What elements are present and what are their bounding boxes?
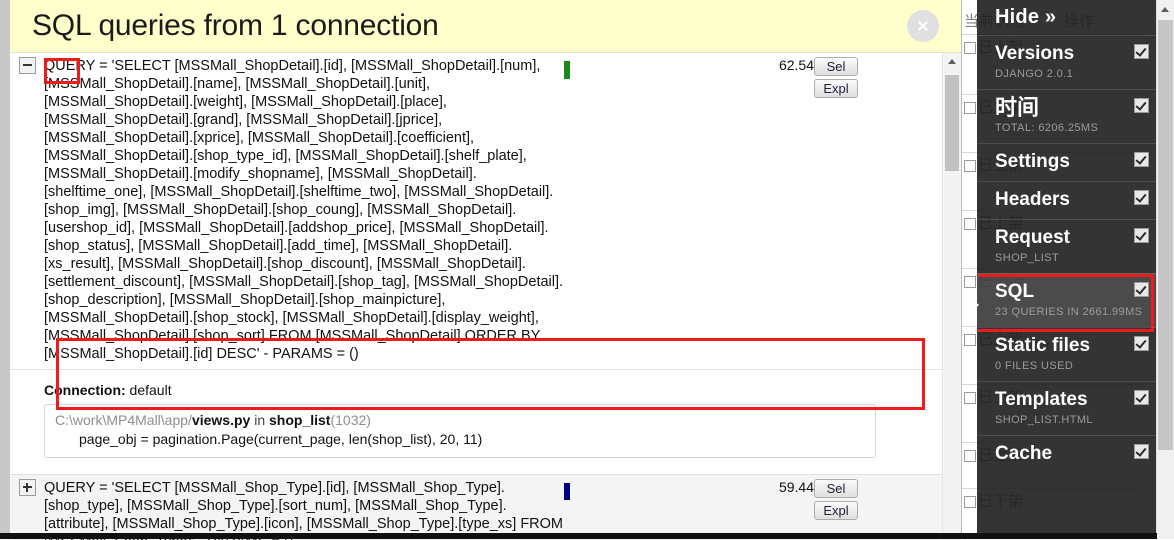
underlying-row-checkbox [964, 334, 976, 346]
toolbar-panel-title: Cache [995, 441, 1157, 466]
toolbar-panel-title: Versions [995, 41, 1157, 66]
stack-line-number: (1032) [330, 412, 370, 428]
toolbar-panel-subtitle: Django 2.0.1 [995, 66, 1157, 82]
underlying-row-checkbox [964, 496, 976, 508]
query-timeline-cell [564, 475, 704, 540]
underlying-row-checkbox [964, 102, 976, 114]
toolbar-panel-title: SQL [995, 279, 1157, 304]
toolbar-panel-title: Request [995, 225, 1157, 250]
stack-path-prefix: C:\work\MP4Mall\app/ [55, 412, 192, 428]
sql-scroll-region: QUERY = 'SELECT [MSSMall_ShopDetail].[id… [10, 53, 944, 540]
toolbar-panel-title: Settings [995, 149, 1157, 174]
window-scrollbar-thumb[interactable] [1158, 20, 1173, 450]
stack-trace-location: C:\work\MP4Mall\app/views.py in shop_lis… [55, 411, 865, 430]
toolbar-panel-versions[interactable]: Versions Django 2.0.1 [977, 35, 1157, 89]
query-text-cell[interactable]: QUERY = 'SELECT [MSSMall_ShopDetail].[id… [44, 53, 564, 370]
window-vertical-scrollbar[interactable] [1156, 0, 1174, 539]
taskbar-strip [0, 533, 1157, 539]
toolbar-panel-subtitle: shop_list [995, 250, 1157, 266]
toolbar-panel-title: Static files [995, 333, 1157, 358]
query-actions-cell: Sel Expl [814, 475, 944, 540]
query-detail-row: Connection: default C:\work\MP4Mall\app/… [10, 370, 944, 475]
toolbar-panel-title: 时间 [995, 95, 1157, 120]
toolbar-panel-title: Headers [995, 187, 1157, 212]
toolbar-panel-subtitle: shop_list.html [995, 412, 1157, 428]
query-timeline-cell [564, 53, 704, 370]
stack-trace-box: C:\work\MP4Mall\app/views.py in shop_lis… [44, 404, 876, 458]
select-query-button[interactable]: Sel [814, 479, 858, 498]
stack-function-name: shop_list [269, 412, 330, 428]
scroll-up-arrow-icon[interactable] [943, 53, 961, 69]
query-duration-bar [564, 61, 570, 79]
query-duration-ms: 59.44 [704, 475, 814, 540]
stack-file-name: views.py [192, 412, 250, 428]
query-sql-text: QUERY = 'SELECT [MSSMall_ShopDetail].[id… [44, 57, 564, 363]
query-collapse-toggle-button[interactable] [19, 57, 36, 74]
toolbar-panel-sql[interactable]: SQL 23 queries in 2661.99ms [977, 273, 1157, 327]
stack-trace-source-line: page_obj = pagination.Page(current_page,… [55, 430, 865, 449]
toolbar-panel-checkbox[interactable] [1134, 282, 1149, 297]
underlying-row-checkbox [964, 160, 976, 172]
query-expand-toggle-button[interactable] [19, 479, 36, 496]
table-row: QUERY = 'SELECT [MSSMall_Shop_Type].[id]… [10, 475, 944, 540]
query-text-cell[interactable]: QUERY = 'SELECT [MSSMall_Shop_Type].[id]… [44, 475, 564, 540]
underlying-row-checkbox [964, 218, 976, 230]
underlying-row-checkbox [964, 450, 976, 462]
toolbar-panel-checkbox[interactable] [1134, 44, 1149, 59]
toolbar-panel-templates[interactable]: Templates shop_list.html [977, 381, 1157, 435]
query-duration-bar [564, 483, 570, 500]
stack-in-keyword: in [254, 412, 265, 428]
sql-queries-table: QUERY = 'SELECT [MSSMall_ShopDetail].[id… [10, 53, 944, 540]
sql-panel-content: QUERY = 'SELECT [MSSMall_ShopDetail].[id… [10, 53, 961, 540]
toolbar-panel-request[interactable]: Request shop_list [977, 219, 1157, 273]
toolbar-panel-static-files[interactable]: Static files 0 files used [977, 327, 1157, 381]
toolbar-panel-checkbox[interactable] [1134, 336, 1149, 351]
toolbar-panel-cache[interactable]: Cache [977, 435, 1157, 473]
toolbar-panel-time[interactable]: 时间 Total: 6206.25ms [977, 89, 1157, 143]
query-duration-ms: 62.54 [704, 53, 814, 370]
django-debug-toolbar: Hide » Versions Django 2.0.1 时间 Total: 6… [977, 0, 1157, 539]
toolbar-panel-subtitle: 23 queries in 2661.99ms [995, 304, 1157, 320]
active-panel-arrow-icon [977, 298, 979, 312]
page-left-gutter [0, 0, 10, 539]
toolbar-panel-checkbox[interactable] [1134, 444, 1149, 459]
toolbar-panel-checkbox[interactable] [1134, 152, 1149, 167]
select-query-button[interactable]: Sel [814, 57, 858, 76]
toolbar-panel-subtitle: Total: 6206.25ms [995, 120, 1157, 136]
connection-detail-block: Connection: default C:\work\MP4Mall\app/… [34, 374, 886, 468]
scroll-up-arrow-icon[interactable] [1157, 0, 1174, 17]
query-actions-cell: Sel Expl [814, 53, 944, 370]
toolbar-panel-checkbox[interactable] [1134, 228, 1149, 243]
toolbar-panel-title: Templates [995, 387, 1157, 412]
close-icon[interactable] [907, 10, 939, 42]
toolbar-panel-subtitle: 0 files used [995, 358, 1157, 374]
query-detail-cell: Connection: default C:\work\MP4Mall\app/… [10, 370, 944, 475]
connection-value: default [130, 382, 172, 398]
query-toggle-cell [10, 53, 44, 370]
query-toggle-cell [10, 475, 44, 540]
toolbar-panel-settings[interactable]: Settings [977, 143, 1157, 181]
toolbar-panel-checkbox[interactable] [1134, 390, 1149, 405]
connection-line: Connection: default [44, 382, 876, 398]
sql-panel-header: SQL queries from 1 connection [10, 0, 961, 53]
underlying-row-checkbox [964, 392, 976, 404]
toolbar-hide-button[interactable]: Hide » [977, 0, 1157, 35]
sql-panel-scrollbar[interactable] [942, 53, 961, 540]
toolbar-panel-checkbox[interactable] [1134, 98, 1149, 113]
query-sql-text: QUERY = 'SELECT [MSSMall_Shop_Type].[id]… [44, 479, 564, 540]
explain-query-button[interactable]: Expl [814, 79, 858, 98]
sql-panel-window: SQL queries from 1 connection QUERY = 'S… [10, 0, 962, 539]
toolbar-panel-checkbox[interactable] [1134, 190, 1149, 205]
explain-query-button[interactable]: Expl [814, 501, 858, 520]
sql-panel-scrollbar-thumb[interactable] [945, 75, 959, 171]
toolbar-panel-headers[interactable]: Headers [977, 181, 1157, 219]
underlying-row-checkbox [964, 42, 976, 54]
connection-label: Connection: [44, 382, 126, 398]
page-title: SQL queries from 1 connection [10, 0, 961, 43]
table-row: QUERY = 'SELECT [MSSMall_ShopDetail].[id… [10, 53, 944, 370]
underlying-row-checkbox [964, 276, 976, 288]
